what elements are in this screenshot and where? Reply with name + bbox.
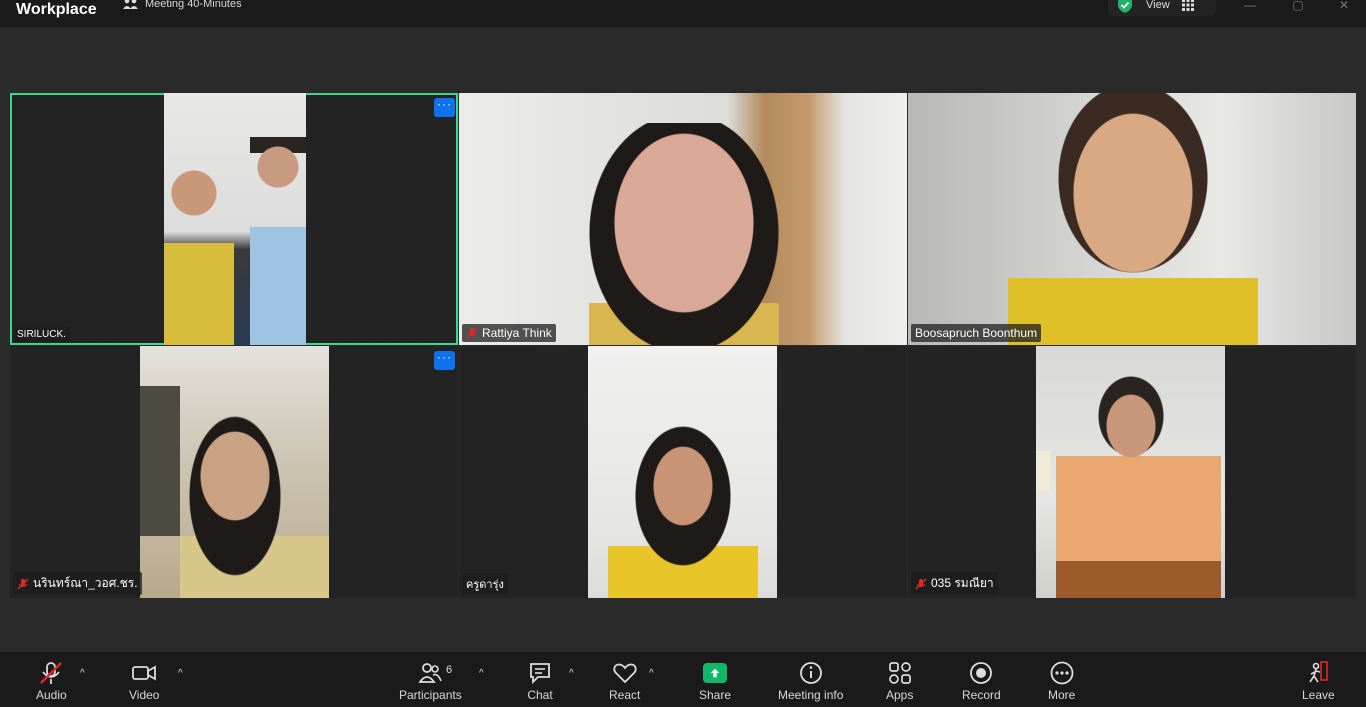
participant-name-tag: Boosapruch Boonthum (911, 324, 1042, 342)
more-label: More (1048, 688, 1076, 702)
participant-video (908, 93, 1356, 345)
leave-icon (1309, 661, 1329, 683)
leave-label: Leave (1302, 688, 1335, 702)
more-button[interactable]: More (1048, 660, 1075, 702)
audio-label: Audio (36, 688, 67, 702)
mic-muted-icon (915, 578, 927, 589)
close-icon[interactable]: ✕ (1334, 0, 1354, 14)
grid-icon (1181, 0, 1194, 11)
participant-name: นรินทร์ณา_วอศ.ชร. (33, 576, 138, 590)
apps-button[interactable]: Apps (886, 660, 913, 702)
share-button[interactable]: Share (699, 660, 731, 702)
participants-label: Participants (399, 688, 462, 702)
participant-name: 035 รมณียา (931, 576, 994, 590)
app-name: Workplace (16, 1, 97, 18)
video-camera-icon (132, 665, 157, 681)
record-icon (970, 662, 993, 684)
participant-video (1036, 346, 1225, 598)
maximize-icon[interactable]: ▢ (1288, 0, 1308, 14)
apps-icon (888, 662, 911, 684)
participant-video (459, 93, 907, 345)
react-label: React (609, 688, 641, 702)
info-icon (799, 662, 822, 684)
video-tile[interactable]: Boosapruch Boonthum (908, 93, 1356, 345)
tile-more-button[interactable]: ··· (434, 351, 455, 370)
participant-name-tag: Rattiya Think (462, 324, 556, 342)
meeting-icon (123, 0, 138, 9)
video-button[interactable]: Video (129, 660, 159, 702)
chat-options-chevron-icon[interactable]: ^ (569, 668, 574, 679)
participant-name-tag: SIRILUCK. (13, 327, 70, 342)
participant-name-tag: นรินทร์ณา_วอศ.ชร. (13, 572, 142, 595)
video-tile[interactable]: 035 รมณียา (908, 346, 1356, 598)
mic-muted-icon (17, 578, 29, 589)
more-icon (1050, 661, 1074, 685)
mic-muted-icon (40, 662, 63, 684)
participant-name: Boosapruch Boonthum (915, 326, 1038, 340)
chat-button[interactable]: Chat (527, 660, 553, 702)
chat-icon (530, 663, 550, 685)
participant-name: ครูดารุ่ง (466, 579, 504, 591)
participant-video (164, 93, 306, 345)
video-options-chevron-icon[interactable]: ^ (178, 668, 183, 679)
participant-name-tag: 035 รมณียา (911, 572, 998, 595)
leave-button[interactable]: Leave (1302, 660, 1335, 702)
heart-icon (613, 663, 637, 684)
share-screen-icon (703, 663, 728, 683)
participant-name: SIRILUCK. (17, 329, 66, 340)
share-label: Share (699, 688, 732, 702)
meeting-title-text: Meeting 40-Minutes (145, 0, 242, 10)
react-options-chevron-icon[interactable]: ^ (649, 668, 654, 679)
participants-options-chevron-icon[interactable]: ^ (479, 668, 484, 679)
participants-icon (418, 663, 443, 683)
view-label: View (1146, 0, 1170, 11)
participant-name: Rattiya Think (482, 326, 552, 340)
video-label: Video (129, 688, 160, 702)
title-bar: Workplace Meeting 40-Minutes View — ▢ ✕ (0, 0, 1366, 27)
tile-more-button[interactable]: ··· (434, 98, 455, 117)
audio-options-chevron-icon[interactable]: ^ (80, 668, 85, 679)
chat-label: Chat (527, 688, 553, 702)
apps-label: Apps (886, 688, 914, 702)
meeting-info-label: Meeting info (778, 688, 844, 702)
mic-muted-icon (466, 327, 478, 339)
participants-count: 6 (446, 664, 453, 676)
video-tile[interactable]: ··· SIRILUCK. (10, 93, 458, 345)
shield-check-icon (1118, 0, 1132, 13)
meeting-toolbar: Audio ^ Video ^ Participants 6 ^ Chat ^ … (0, 652, 1366, 707)
video-tile[interactable]: ครูดารุ่ง (459, 346, 907, 598)
participant-video (140, 346, 329, 598)
participants-button[interactable]: Participants (399, 660, 462, 702)
record-button[interactable]: Record (962, 660, 1001, 702)
react-button[interactable]: React (609, 660, 640, 702)
audio-button[interactable]: Audio (36, 660, 67, 702)
participant-video (588, 346, 777, 598)
video-tile[interactable]: Rattiya Think (459, 93, 907, 345)
record-label: Record (962, 688, 1001, 702)
video-tile[interactable]: ··· นรินทร์ณา_วอศ.ชร. (10, 346, 458, 598)
meeting-title[interactable]: Meeting 40-Minutes (123, 0, 242, 10)
view-button[interactable]: View (1108, 0, 1216, 16)
minimize-icon[interactable]: — (1240, 0, 1260, 14)
meeting-info-button[interactable]: Meeting info (778, 660, 843, 702)
gallery-view: ··· SIRILUCK. Rattiya Think Boosapruch B… (0, 27, 1366, 652)
participant-name-tag: ครูดารุ่ง (462, 573, 508, 595)
